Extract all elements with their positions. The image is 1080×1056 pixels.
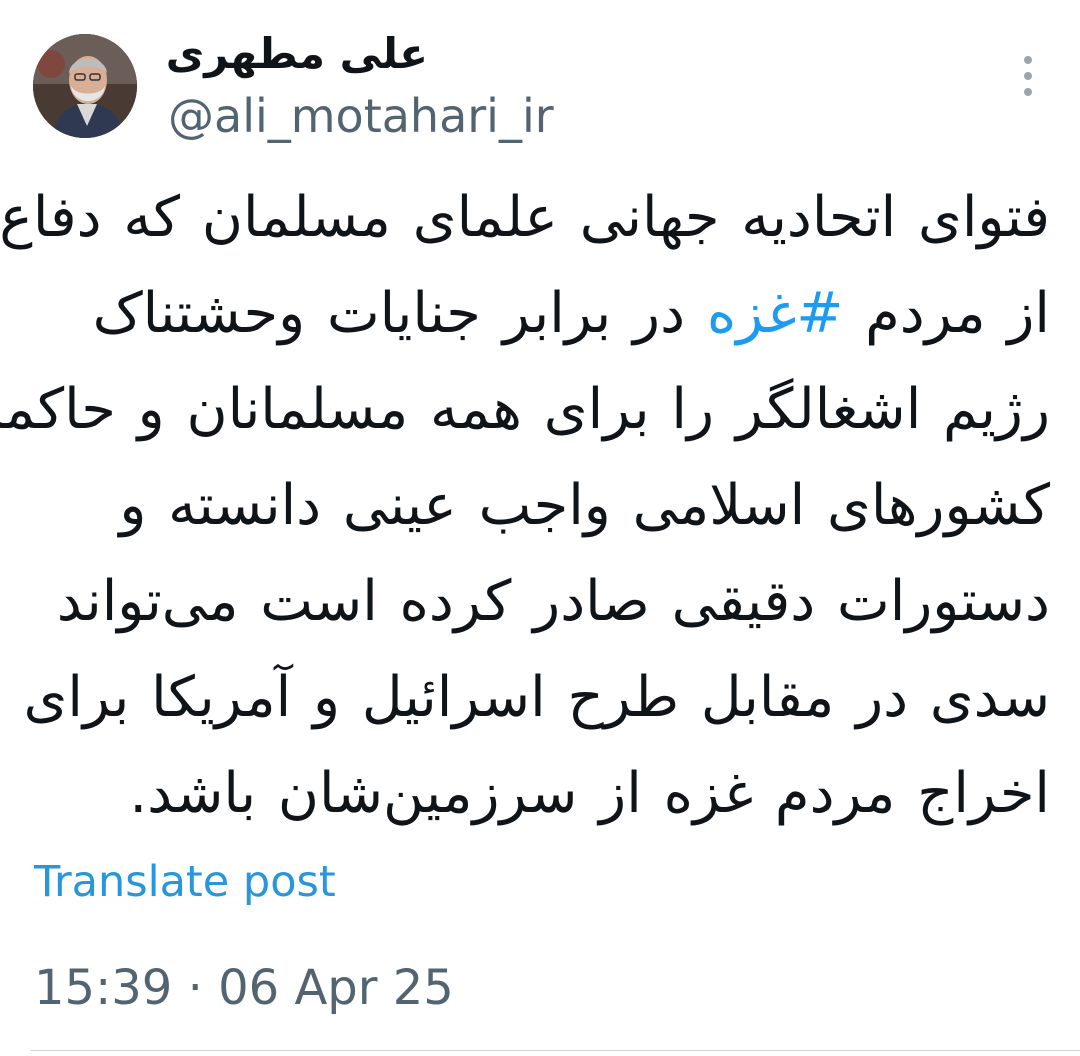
tweet-text-fragment: در برابر جنایات وحشتناک bbox=[92, 281, 707, 346]
tweet-line: دستورات دقیقی صادر کرده است می‌تواند bbox=[56, 569, 1050, 634]
menu-dot bbox=[1024, 72, 1032, 80]
hashtag-link[interactable]: #غزه bbox=[707, 281, 843, 346]
more-vertical-icon[interactable] bbox=[1010, 54, 1046, 98]
tweet-line: کشورهای اسلامی واجب عینی دانسته و bbox=[119, 473, 1050, 538]
divider bbox=[30, 1050, 1080, 1051]
author-display-name[interactable]: علی مطهری bbox=[166, 24, 428, 84]
menu-dot bbox=[1024, 88, 1032, 96]
tweet-text-fragment: از مردم bbox=[843, 281, 1050, 346]
tweet-text: فتوای اتحادیه جهانی علمای مسلمان که دفاع… bbox=[0, 170, 1050, 842]
tweet-line: رژیم اشغالگر را برای همه مسلمانان و حاکم… bbox=[0, 377, 1050, 442]
tweet-line: سدی در مقابل طرح اسرائیل و آمریکا برای bbox=[23, 665, 1050, 730]
tweet-line: فتوای اتحادیه جهانی علمای مسلمان که دفاع bbox=[0, 185, 1050, 250]
avatar[interactable] bbox=[33, 34, 137, 138]
tweet-line: اخراج مردم غزه از سرزمین‌شان باشد. bbox=[129, 761, 1050, 826]
tweet-line: از مردم #غزه در برابر جنایات وحشتناک bbox=[30, 266, 1050, 362]
menu-dot bbox=[1024, 56, 1032, 64]
translate-post-link[interactable]: Translate post bbox=[34, 852, 336, 912]
post-timestamp[interactable]: 15:39 · 06 Apr 25 bbox=[34, 956, 454, 1020]
author-handle[interactable]: @ali_motahari_ir bbox=[168, 86, 554, 146]
profile-photo bbox=[33, 34, 137, 138]
